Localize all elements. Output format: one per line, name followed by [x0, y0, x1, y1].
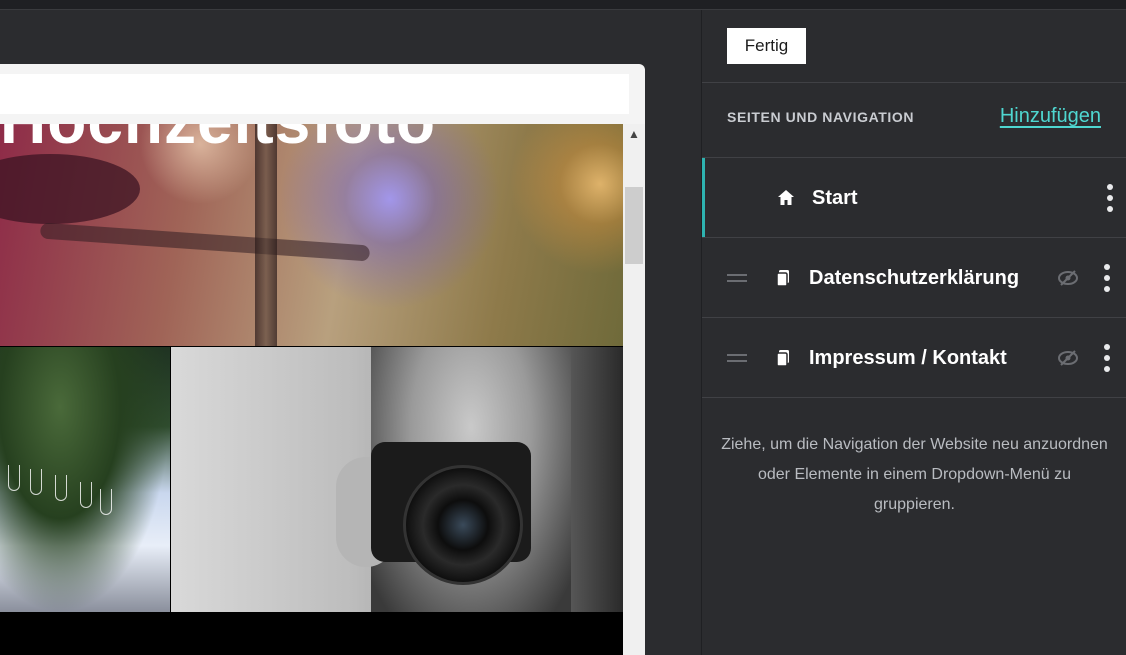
- help-text: Ziehe, um die Navigation der Website neu…: [721, 436, 1108, 513]
- glass-shape: [55, 475, 67, 501]
- editor-canvas: Hochzeitsfoto ▲: [0, 10, 701, 655]
- nav-item-label: Datenschutzerklärung: [809, 266, 1020, 289]
- website-preview[interactable]: Hochzeitsfoto ▲: [0, 64, 645, 655]
- eye-hidden-icon[interactable]: [1057, 269, 1079, 287]
- wedding-table-photo: [0, 347, 170, 612]
- page-icon: [774, 349, 792, 367]
- add-page-link[interactable]: Hinzufügen: [1000, 105, 1101, 128]
- divider: [702, 82, 1126, 83]
- hero-title: Hochzeitsfoto: [0, 124, 436, 158]
- preview-content[interactable]: Hochzeitsfoto: [0, 124, 623, 655]
- glass-shape: [80, 482, 92, 508]
- hero-arm-shape: [39, 222, 371, 262]
- top-bar: [0, 0, 1126, 10]
- nav-item-impressum[interactable]: Impressum / Kontakt: [702, 318, 1126, 398]
- drag-handle-icon[interactable]: [727, 274, 747, 282]
- nav-item-label: Impressum / Kontakt: [809, 346, 1007, 369]
- more-options-icon[interactable]: [1105, 184, 1115, 212]
- pages-navigation-panel: Fertig SEITEN UND NAVIGATION Hinzufügen …: [701, 10, 1126, 655]
- page-icon: [774, 269, 792, 287]
- divider: [702, 397, 1126, 398]
- photographer-photo: [171, 347, 623, 612]
- preview-footer-band: [0, 612, 623, 655]
- eye-hidden-icon[interactable]: [1057, 349, 1079, 367]
- scroll-thumb[interactable]: [625, 187, 643, 264]
- nav-item-datenschutz[interactable]: Datenschutzerklärung: [702, 238, 1126, 318]
- nav-item-start[interactable]: Start: [702, 158, 1126, 238]
- home-icon: [777, 189, 795, 207]
- more-options-icon[interactable]: [1102, 344, 1112, 372]
- preview-header-bar: [0, 74, 629, 114]
- section-title: SEITEN UND NAVIGATION: [727, 109, 915, 125]
- camera-lens: [403, 465, 523, 585]
- nav-item-label: Start: [812, 186, 858, 209]
- scroll-up-icon[interactable]: ▲: [623, 124, 645, 144]
- hero-image: Hochzeitsfoto: [0, 124, 623, 346]
- hero-disc-shape: [0, 154, 140, 224]
- done-button[interactable]: Fertig: [727, 28, 806, 64]
- more-options-icon[interactable]: [1102, 264, 1112, 292]
- glass-shape: [8, 465, 20, 491]
- glass-shape: [30, 469, 42, 495]
- drag-handle-icon[interactable]: [727, 354, 747, 362]
- glass-shape: [100, 489, 112, 515]
- preview-scrollbar[interactable]: ▲: [623, 124, 645, 655]
